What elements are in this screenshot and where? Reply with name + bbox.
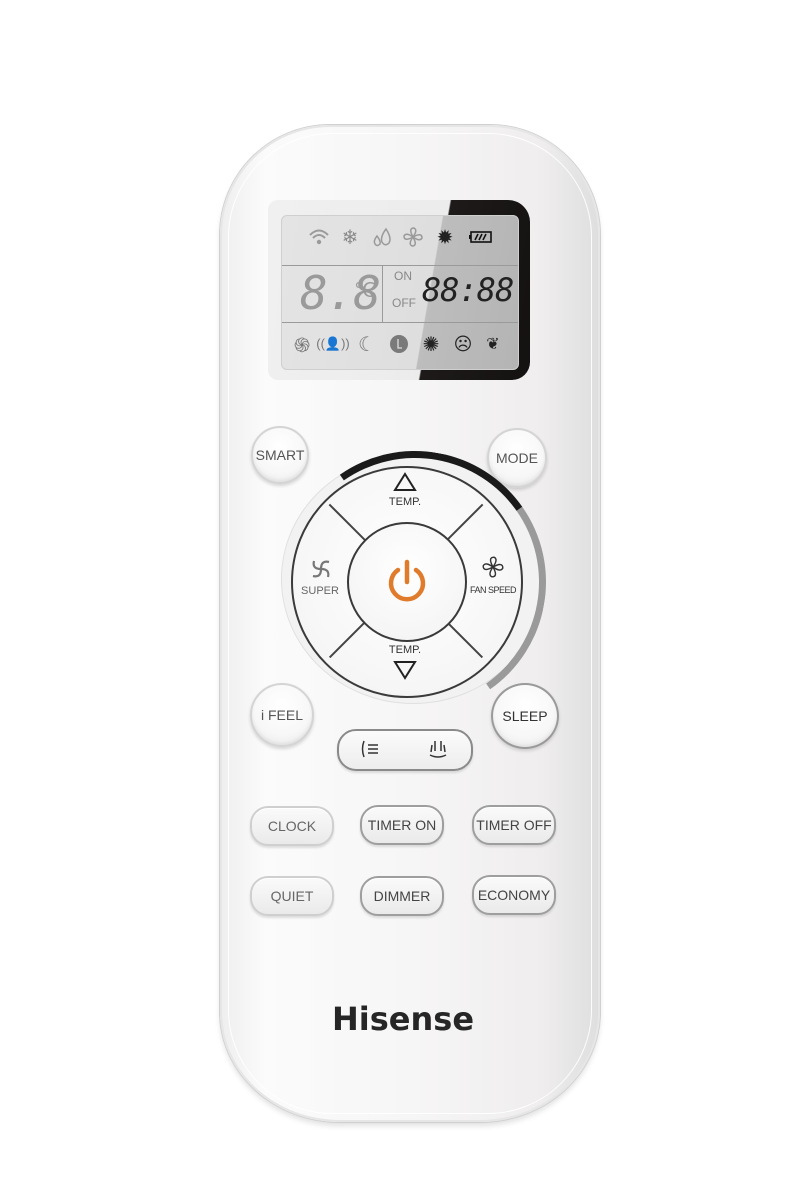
lcd-on-label: ON xyxy=(394,269,412,283)
timer-off-button[interactable]: TIMER OFF xyxy=(472,805,556,845)
timer-off-label: TIMER OFF xyxy=(476,817,552,833)
i-feel-person-icon: ((👤)) xyxy=(316,336,350,351)
super-label: SUPER xyxy=(301,585,339,597)
lcd-divider xyxy=(382,265,383,322)
power-button[interactable] xyxy=(347,522,467,642)
brand-logo: Hisense xyxy=(331,1000,475,1038)
quiet-button[interactable]: QUIET xyxy=(250,876,334,916)
lcd-divider xyxy=(282,322,518,323)
fan-icon xyxy=(400,224,426,250)
vertical-swing-button[interactable] xyxy=(345,733,395,765)
fan-icon xyxy=(482,556,504,578)
super-swirl-icon xyxy=(312,560,330,578)
smart-label: SMART xyxy=(255,447,305,463)
clock-label: CLOCK xyxy=(267,818,317,834)
fan-speed-label: FAN SPEED xyxy=(469,585,517,595)
clock-l-icon xyxy=(386,331,412,357)
temp-down-label: TEMP. xyxy=(388,644,422,656)
economy-label: ECONOMY xyxy=(477,887,551,903)
vertical-swing-icon xyxy=(361,740,378,758)
clock-button[interactable]: CLOCK xyxy=(250,806,334,846)
i-feel-button[interactable]: i FEEL xyxy=(250,683,314,747)
horizontal-swing-icon xyxy=(429,741,447,758)
battery-icon xyxy=(468,224,494,250)
triangle-down-icon xyxy=(393,661,417,680)
sun-icon: ✹ xyxy=(436,226,454,249)
triangle-up-icon xyxy=(393,472,417,491)
smart-button[interactable]: SMART xyxy=(251,426,309,484)
fan-speed-button[interactable]: FAN SPEED xyxy=(464,553,522,605)
dimmer-label: DIMMER xyxy=(373,888,431,904)
economy-icon: ❦ xyxy=(486,336,500,353)
i-feel-label: i FEEL xyxy=(260,707,303,723)
temp-up-label: TEMP. xyxy=(388,496,422,508)
lcd-off-label: OFF xyxy=(392,296,416,310)
signal-icon xyxy=(306,224,332,250)
sleep-button[interactable]: SLEEP xyxy=(491,683,559,749)
temp-up-button[interactable]: TEMP. xyxy=(365,468,445,518)
super-swirl-icon: ֍ xyxy=(293,334,311,357)
dimmer-button[interactable]: DIMMER xyxy=(360,876,444,916)
temp-down-button[interactable]: TEMP. xyxy=(365,640,445,690)
snowflake-icon: ❄ xyxy=(341,226,359,249)
timer-on-button[interactable]: TIMER ON xyxy=(360,805,444,845)
dimmer-icon: ✺ xyxy=(422,333,440,356)
lcd-temp-unit: ℃ xyxy=(354,278,376,302)
power-icon xyxy=(388,559,426,602)
super-button[interactable]: SUPER xyxy=(293,555,347,605)
mode-label: MODE xyxy=(496,450,538,466)
quiet-face-icon: ☹ xyxy=(453,333,473,354)
humidity-drops-icon xyxy=(370,224,396,250)
horizontal-swing-button[interactable] xyxy=(413,733,463,765)
lcd-display: ❄ ✹ 8.8 ℃ ON OFF 88:88 ֍ ((👤)) ☾ ✺ ☹ ❦ xyxy=(281,215,519,370)
timer-on-label: TIMER ON xyxy=(367,817,437,833)
lcd-time: 88:88 xyxy=(422,271,514,309)
sleep-moon-icon: ☾ xyxy=(358,333,376,356)
quiet-label: QUIET xyxy=(270,888,314,904)
sleep-label: SLEEP xyxy=(502,708,548,724)
economy-button[interactable]: ECONOMY xyxy=(472,875,556,915)
